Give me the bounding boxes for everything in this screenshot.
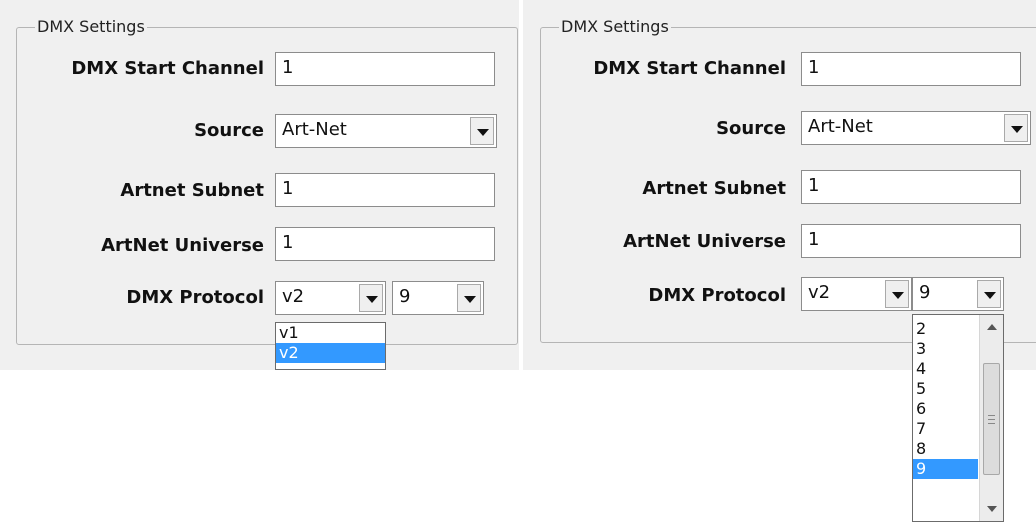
dropdown-option-3[interactable]: 3 <box>913 339 978 359</box>
source-value: Art-Net <box>808 116 873 137</box>
protocol-number-select[interactable]: 9 <box>912 277 1004 311</box>
protocol-number-select[interactable]: 9 <box>392 281 484 315</box>
artnet-universe-input[interactable]: 1 <box>801 224 1021 258</box>
source-select[interactable]: Art-Net <box>275 114 497 148</box>
grip-icon <box>988 415 995 424</box>
source-label: Source <box>194 120 264 141</box>
dropdown-option-v2[interactable]: v2 <box>276 343 385 363</box>
dropdown-option-5[interactable]: 5 <box>913 379 978 399</box>
chevron-down-icon[interactable] <box>470 117 494 145</box>
source-label: Source <box>716 118 786 139</box>
protocol-version-value: v2 <box>808 282 831 303</box>
dmx-start-channel-input[interactable]: 1 <box>275 52 495 86</box>
scroll-down-arrow-icon[interactable] <box>980 499 1003 519</box>
dmx-start-channel-label: DMX Start Channel <box>593 58 786 79</box>
chevron-down-icon[interactable] <box>457 284 481 312</box>
protocol-version-value: v2 <box>282 286 305 307</box>
artnet-universe-input[interactable]: 1 <box>275 227 495 261</box>
dropdown-scrollbar[interactable] <box>979 315 1003 521</box>
chevron-down-icon[interactable] <box>359 284 383 312</box>
artnet-subnet-label: Artnet Subnet <box>642 178 786 199</box>
protocol-version-select[interactable]: v2 <box>275 281 386 315</box>
dropdown-option-4[interactable]: 4 <box>913 359 978 379</box>
dmx-settings-panel-left: DMX Settings DMX Start Channel 1 Source … <box>0 0 519 370</box>
chevron-down-icon[interactable] <box>885 280 909 308</box>
dmx-start-channel-input[interactable]: 1 <box>801 52 1021 86</box>
group-title: DMX Settings <box>35 17 147 36</box>
dropdown-option-6[interactable]: 6 <box>913 399 978 419</box>
protocol-number-value: 9 <box>399 286 411 307</box>
dropdown-option-v1[interactable]: v1 <box>276 323 385 343</box>
protocol-number-dropdown: 2 3 4 5 6 7 8 9 <box>912 314 1004 522</box>
dropdown-option-2[interactable]: 2 <box>913 319 978 339</box>
chevron-down-icon[interactable] <box>977 280 1001 308</box>
dropdown-option-7[interactable]: 7 <box>913 419 978 439</box>
dmx-protocol-label: DMX Protocol <box>648 285 786 306</box>
source-select[interactable]: Art-Net <box>801 111 1031 145</box>
artnet-subnet-label: Artnet Subnet <box>120 180 264 201</box>
artnet-subnet-input[interactable]: 1 <box>801 170 1021 204</box>
scroll-up-arrow-icon[interactable] <box>980 317 1003 337</box>
dmx-protocol-label: DMX Protocol <box>126 287 264 308</box>
chevron-down-icon[interactable] <box>1004 114 1028 142</box>
dropdown-option-8[interactable]: 8 <box>913 439 978 459</box>
artnet-subnet-input[interactable]: 1 <box>275 173 495 207</box>
scrollbar-thumb[interactable] <box>983 363 1000 475</box>
protocol-number-value: 9 <box>919 282 931 303</box>
artnet-universe-label: ArtNet Universe <box>623 231 786 252</box>
source-value: Art-Net <box>282 119 347 140</box>
artnet-universe-label: ArtNet Universe <box>101 235 264 256</box>
protocol-version-dropdown: v1 v2 <box>275 322 386 370</box>
dmx-start-channel-label: DMX Start Channel <box>71 58 264 79</box>
dropdown-option-9[interactable]: 9 <box>913 459 978 479</box>
protocol-version-select[interactable]: v2 <box>801 277 912 311</box>
group-title: DMX Settings <box>559 17 671 36</box>
